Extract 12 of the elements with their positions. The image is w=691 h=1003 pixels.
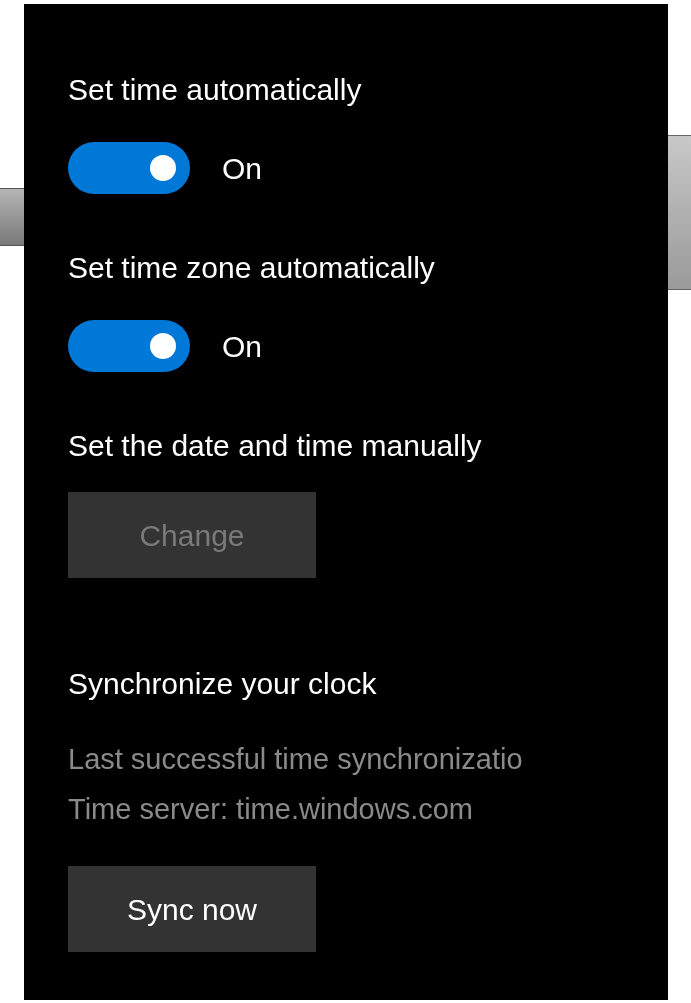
section-heading: Set the date and time manually <box>68 428 483 464</box>
section-heading: Set time automatically <box>68 72 363 108</box>
toggle-switch[interactable] <box>68 320 190 372</box>
toggle-switch[interactable] <box>68 142 190 194</box>
background-window-bar <box>0 188 24 246</box>
toggle-state-label: On <box>222 150 263 187</box>
info-text: Time server: time.windows.com <box>68 792 474 827</box>
section-heading: Set time zone automatically <box>68 250 436 286</box>
toggle-state-label: On <box>222 328 263 365</box>
sync-now-button[interactable]: Sync now <box>68 866 316 952</box>
info-text: Last successful time synchronizatio <box>68 742 524 777</box>
section-heading: Synchronize your clock <box>68 666 378 702</box>
